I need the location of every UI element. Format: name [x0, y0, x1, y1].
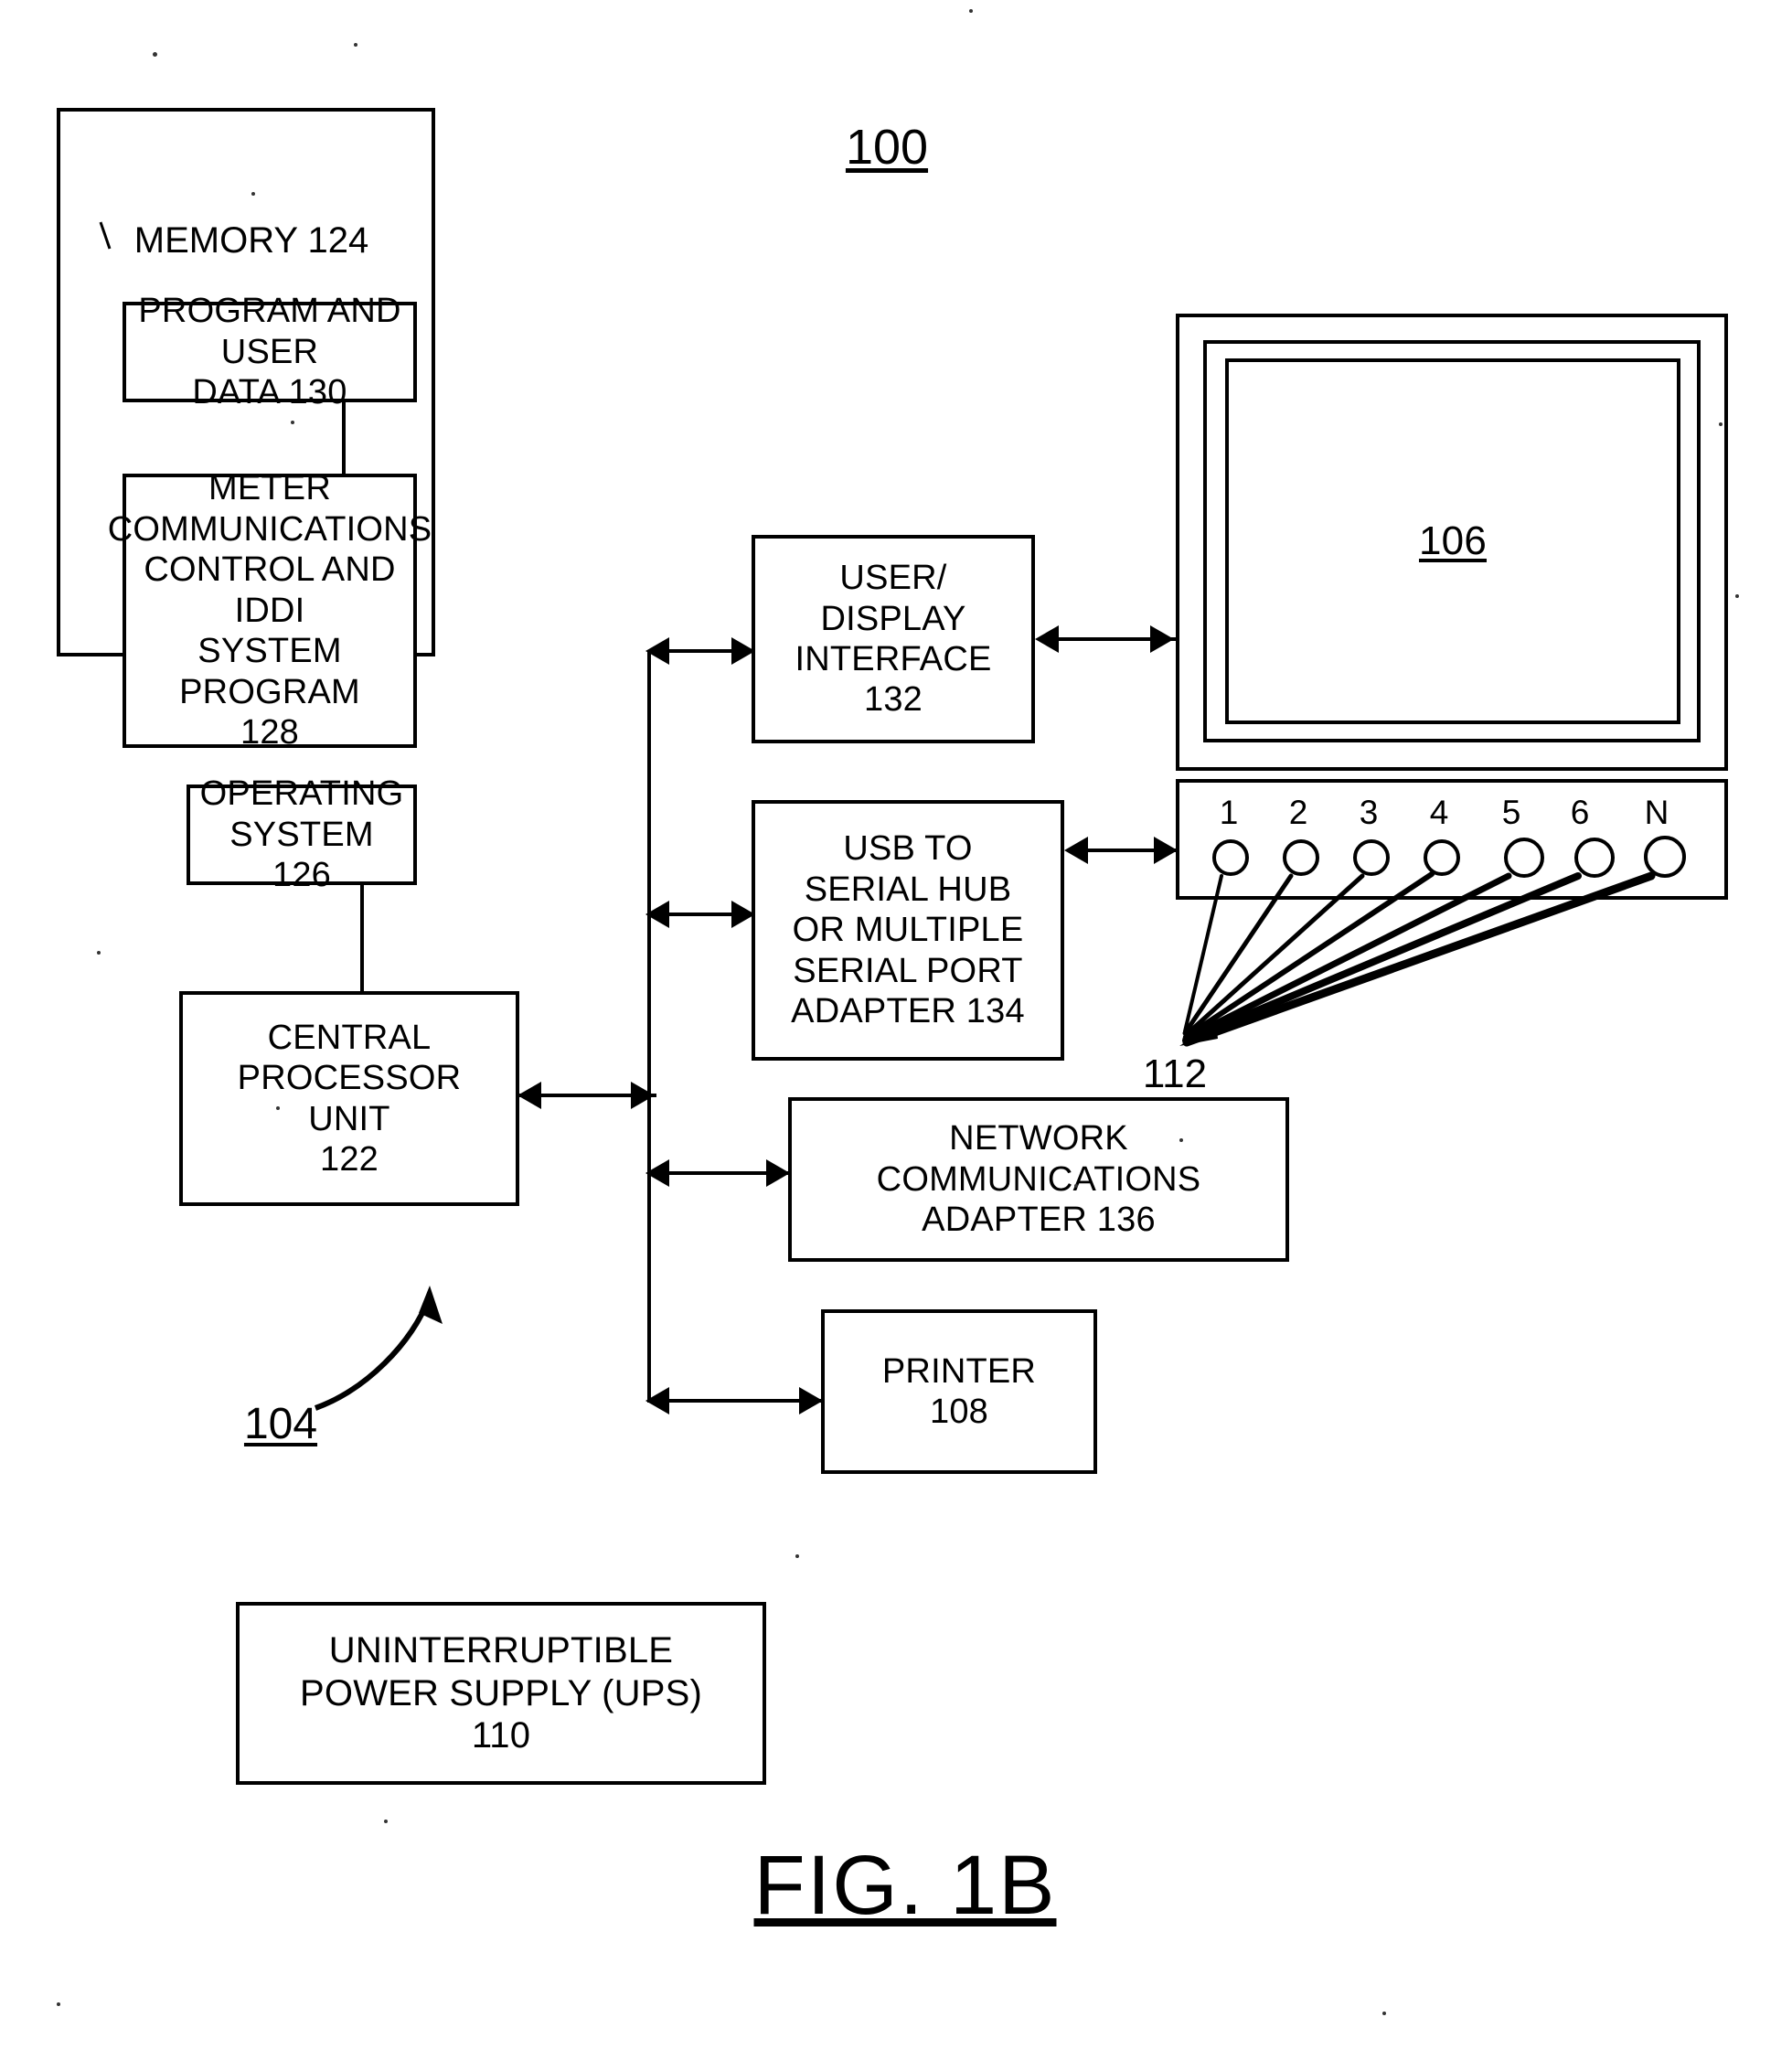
port-connector-2: [1283, 839, 1319, 876]
figure-number-100: 100: [845, 120, 929, 175]
figure-caption: FIG. 1B: [753, 1839, 1057, 1932]
user-display-interface-label: USER/ DISPLAY INTERFACE 132: [795, 559, 992, 720]
operating-system-label: OPERATING SYSTEM 126: [199, 774, 404, 895]
scan-speck: [276, 1106, 280, 1110]
usb-to-ports-arrow-left: [1064, 837, 1088, 864]
cpu-bus-arrow-left: [517, 1082, 541, 1109]
scan-speck: [354, 43, 357, 47]
port-connector-4: [1424, 839, 1460, 876]
central-processor-unit-label: CENTRAL PROCESSOR UNIT 122: [237, 1018, 462, 1179]
usb-serial-hub-box: USB TO SERIAL HUB OR MULTIPLE SERIAL POR…: [752, 800, 1064, 1061]
bus-to-printer-arrow-right: [799, 1387, 823, 1414]
scan-speck: [153, 52, 157, 57]
usb-serial-hub-label: USB TO SERIAL HUB OR MULTIPLE SERIAL POR…: [791, 829, 1025, 1031]
central-processor-unit-box: CENTRAL PROCESSOR UNIT 122: [179, 991, 519, 1206]
port-connector-6: [1574, 838, 1615, 878]
port-number-2: 2: [1288, 794, 1308, 831]
connector-os-to-cpu: [360, 885, 364, 995]
patent-figure-page: 100 MEMORY 124 PROGRAM AND USER DATA 130…: [0, 0, 1792, 2060]
ups-label: UNINTERRUPTIBLE POWER SUPPLY (UPS) 110: [300, 1629, 702, 1756]
scan-speck: [969, 9, 973, 13]
scan-speck: [1179, 1138, 1183, 1142]
scan-speck: [1074, 1184, 1078, 1188]
printer-label: PRINTER 108: [881, 1351, 1037, 1431]
monitor-screen-ref: 106: [1418, 518, 1487, 564]
bus-to-network-arrow-left: [645, 1159, 669, 1187]
port-number-1: 1: [1219, 794, 1239, 831]
port-number-3: 3: [1359, 794, 1379, 831]
bus-to-network-arrow-right: [766, 1159, 790, 1187]
bus-to-usb-arrow-right: [731, 901, 755, 928]
port-connector-1: [1212, 839, 1249, 876]
scan-speck: [97, 951, 101, 955]
user-display-interface-box: USER/ DISPLAY INTERFACE 132: [752, 535, 1035, 743]
memory-title: MEMORY 124: [133, 220, 369, 261]
port-number-6: 6: [1570, 794, 1590, 831]
port-connector-5: [1504, 838, 1544, 878]
udi-to-monitor-arrow-right: [1150, 625, 1174, 653]
program-user-data-label: PROGRAM AND USER DATA 130: [138, 292, 401, 412]
printer-box: PRINTER 108: [821, 1309, 1097, 1474]
udi-to-monitor-arrow-left: [1035, 625, 1059, 653]
port-number-5: 5: [1501, 794, 1521, 831]
port-number-n: N: [1644, 794, 1669, 831]
scan-speck: [251, 192, 255, 196]
bus-to-usb-arrow-left: [645, 901, 669, 928]
connector-data-to-meter: [342, 402, 346, 475]
bus-to-printer-line: [651, 1399, 823, 1403]
system-bus-vertical: [647, 651, 651, 1403]
bus-to-udi-arrow-right: [731, 637, 755, 665]
scan-speck: [1735, 594, 1739, 598]
operating-system-box: OPERATING SYSTEM 126: [187, 774, 417, 894]
meter-communications-box: METER COMMUNICATIONS CONTROL AND IDDI SY…: [108, 469, 432, 752]
system-ref-104: 104: [243, 1400, 318, 1448]
ports-ref-112: 112: [1142, 1051, 1208, 1096]
scan-speck: [1382, 2012, 1386, 2015]
scan-speck: [57, 2002, 60, 2006]
scan-speck: [1719, 422, 1723, 426]
bus-to-printer-arrow-left: [645, 1387, 669, 1414]
program-user-data-box: PROGRAM AND USER DATA 130: [123, 292, 417, 411]
bus-to-udi-arrow-left: [645, 637, 669, 665]
usb-to-ports-arrow-right: [1154, 837, 1178, 864]
scan-speck: [384, 1820, 388, 1823]
cpu-bus-arrow-right: [631, 1082, 655, 1109]
meter-communications-label: METER COMMUNICATIONS CONTROL AND IDDI SY…: [107, 469, 432, 752]
monitor-screen: 106: [1225, 358, 1680, 724]
scan-speck: [291, 421, 294, 424]
port-connector-n: [1644, 836, 1686, 878]
network-comm-adapter-label: NETWORK COMMUNICATIONS ADAPTER 136: [876, 1119, 1201, 1240]
port-connector-3: [1353, 839, 1390, 876]
port-number-4: 4: [1429, 794, 1449, 831]
scan-speck: [795, 1554, 799, 1558]
network-comm-adapter-box: NETWORK COMMUNICATIONS ADAPTER 136: [788, 1097, 1289, 1262]
ups-box: UNINTERRUPTIBLE POWER SUPPLY (UPS) 110: [236, 1602, 766, 1785]
